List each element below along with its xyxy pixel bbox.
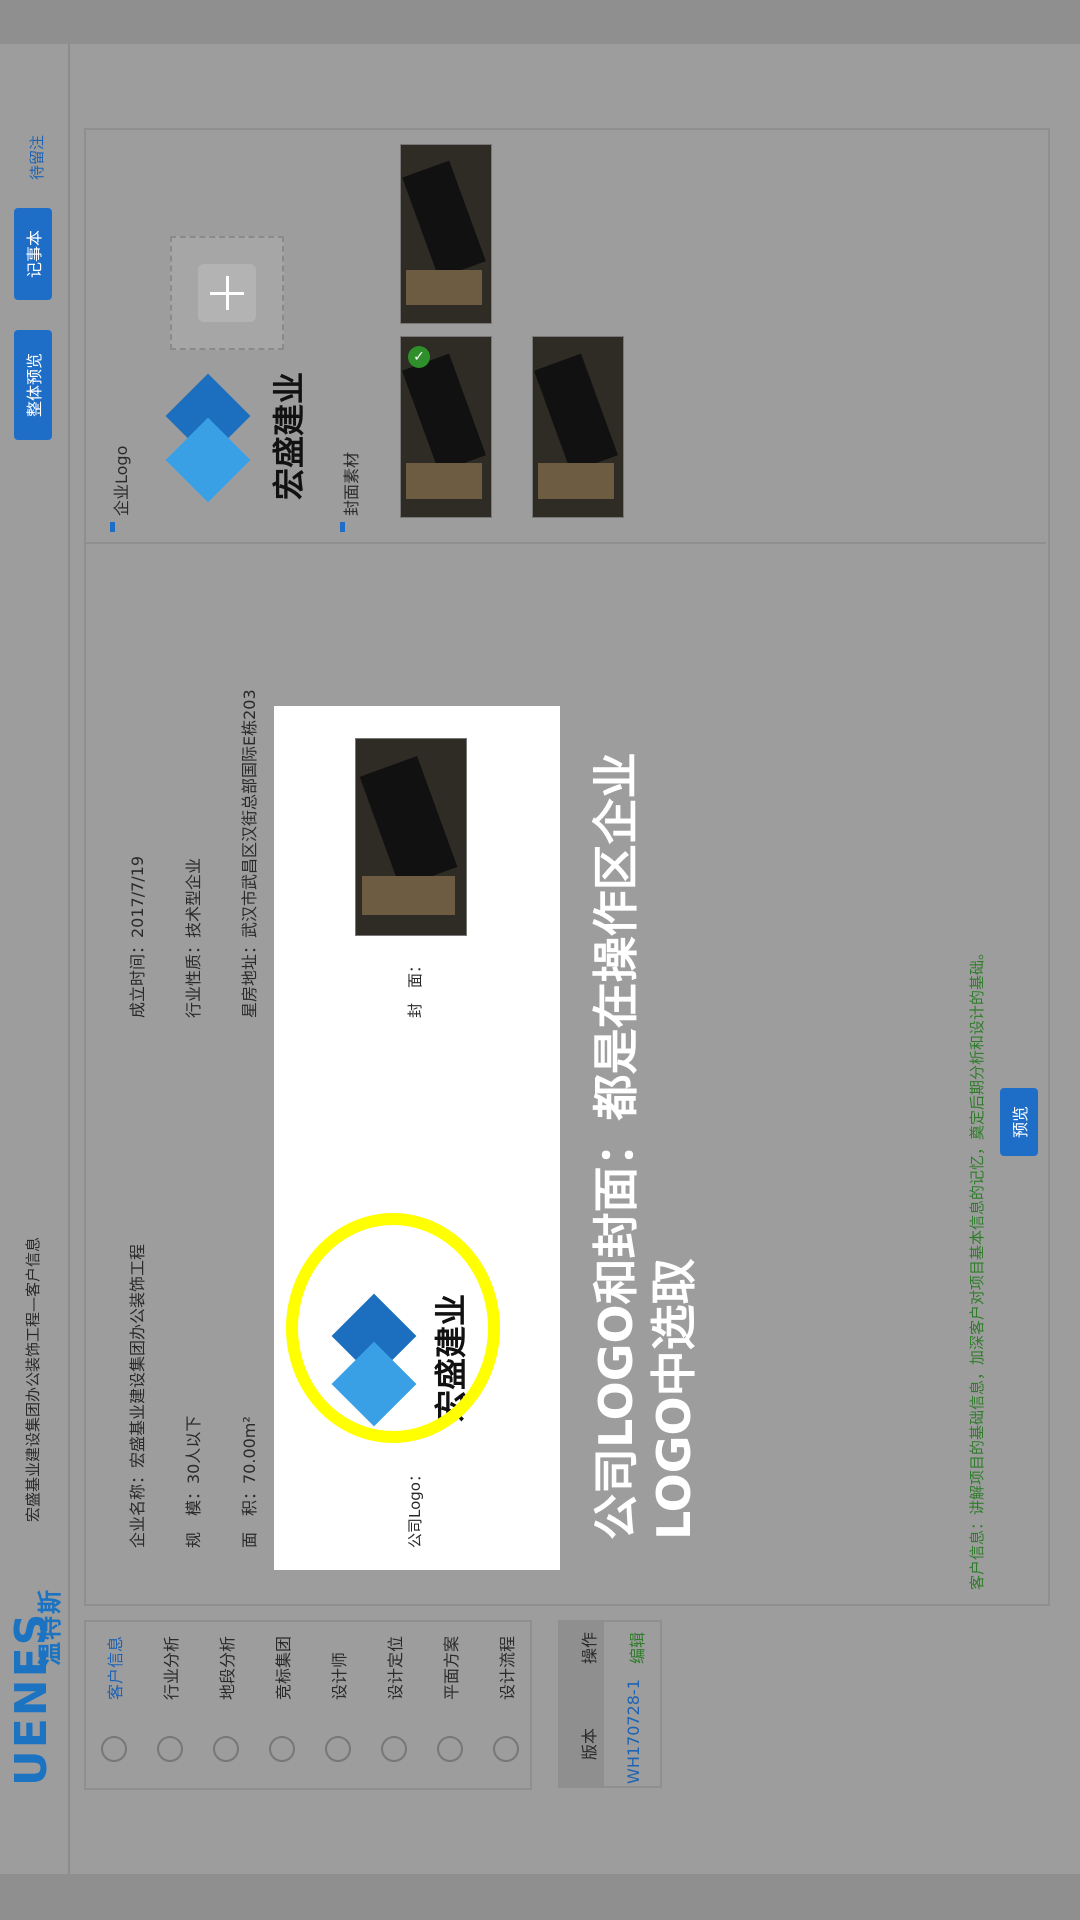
logo-section-title: 企业Logo xyxy=(112,445,131,516)
sidebar-item-competitors[interactable]: 竞标集团 xyxy=(270,1636,294,1700)
table-cell-version[interactable]: WH170728-1 xyxy=(624,1679,643,1784)
designer-icon xyxy=(325,1736,351,1762)
selected-check-icon: ✓ xyxy=(408,346,430,368)
header-divider xyxy=(68,44,70,1874)
sidebar-item-designer[interactable]: 设计师 xyxy=(326,1652,350,1700)
plus-icon xyxy=(198,264,256,322)
table-action-edit[interactable]: 编辑 xyxy=(624,1632,648,1664)
sidebar-item-positioning[interactable]: 设计定位 xyxy=(382,1636,406,1700)
layout-icon xyxy=(437,1736,463,1762)
sidebar-item-location[interactable]: 地段分析 xyxy=(214,1636,238,1700)
annotation-line-1: 公司LOGO和封面：都是在操作区企业 xyxy=(589,752,643,1540)
bottom-band xyxy=(0,1874,1080,1920)
location-icon xyxy=(213,1736,239,1762)
cover-option-1[interactable] xyxy=(400,144,492,324)
top-band xyxy=(0,0,1080,44)
table-header-action: 操作 xyxy=(580,1631,599,1664)
building-icon xyxy=(269,1736,295,1762)
document-icon xyxy=(381,1736,407,1762)
office-address: 星房地址：武汉市武昌区汉街总部国际E栋203 xyxy=(240,689,259,1018)
company-logo-option[interactable]: 宏盛建业 xyxy=(165,372,308,503)
company-name: 企业名称：宏盛基业建设集团办公装饰工程 xyxy=(128,1243,147,1548)
company-scale: 规 模：30人以下 xyxy=(184,1415,203,1548)
sidebar-item-floor-plan[interactable]: 平面方案 xyxy=(438,1636,462,1700)
breadcrumb: 宏盛基业建设集团办公装饰工程—客户信息 xyxy=(24,1236,42,1522)
cover-label: 封 面： xyxy=(406,957,424,1018)
industry-type: 行业性质：技术型企业 xyxy=(184,857,203,1018)
panel-divider xyxy=(84,542,1046,544)
table-header-version: 版本 xyxy=(580,1727,599,1760)
cover-section-marker xyxy=(340,522,345,532)
highlight-ring xyxy=(286,1213,500,1443)
notebook-button[interactable]: 记事本 xyxy=(14,208,52,300)
sidebar xyxy=(84,1620,532,1790)
founded-date: 成立时间：2017/7/19 xyxy=(128,855,147,1018)
users-icon xyxy=(101,1736,127,1762)
sidebar-item-process[interactable]: 设计流程 xyxy=(494,1636,518,1700)
sidebar-item-client-info[interactable]: 客户信息 xyxy=(102,1636,126,1700)
cover-preview-image xyxy=(355,738,467,936)
add-logo-button[interactable] xyxy=(170,236,284,350)
notes-link[interactable]: 待留注 xyxy=(26,135,47,180)
flow-icon xyxy=(493,1736,519,1762)
brand-logo-sub: 温特斯 xyxy=(36,1588,64,1666)
annotation-line-2: LOGO中选取 xyxy=(647,1258,701,1540)
footer-note: 客户信息：讲解项目的基础信息，加深客户对项目基本信息的记忆，奠定后期分析和设计的… xyxy=(968,944,986,1590)
cover-option-3[interactable] xyxy=(532,336,624,518)
overall-preview-button[interactable]: 整体预览 xyxy=(14,330,52,440)
company-area: 面 积：70.00m² xyxy=(240,1416,259,1548)
chart-icon xyxy=(157,1736,183,1762)
sidebar-item-industry[interactable]: 行业分析 xyxy=(158,1636,182,1700)
cover-section-title: 封面素材 xyxy=(342,451,361,516)
logo-label: 公司Logo： xyxy=(406,1467,424,1548)
app-screen: UENES 温特斯 宏盛基业建设集团办公装饰工程—客户信息 整体预览 记事本 待… xyxy=(0,0,1080,1920)
preview-button[interactable]: 预览 xyxy=(1000,1088,1038,1156)
logo-section-marker xyxy=(110,522,115,532)
